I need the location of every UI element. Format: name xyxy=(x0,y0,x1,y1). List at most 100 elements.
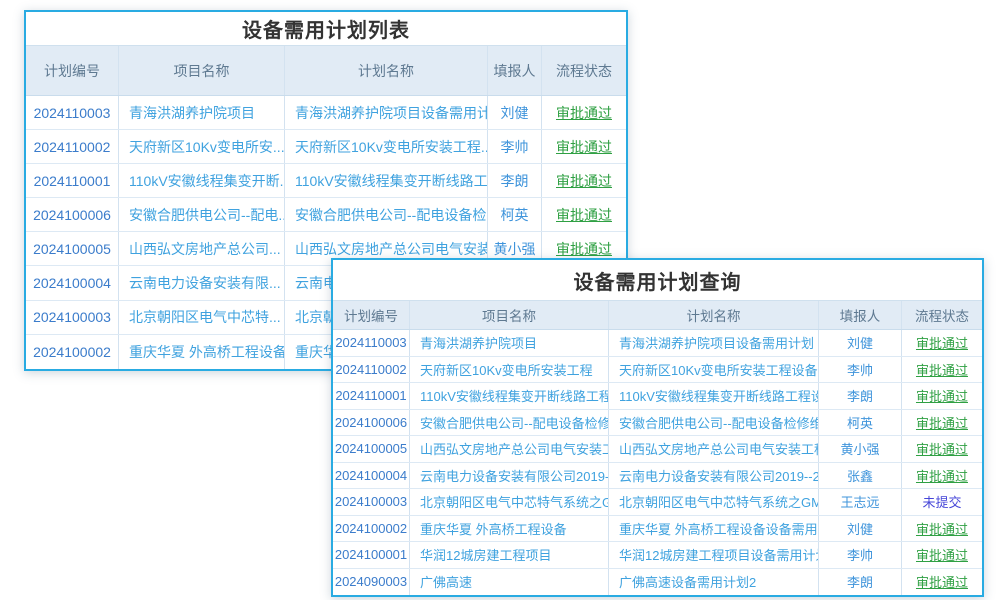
plan-name-cell: 110kV安徽线程集变开断线路工程设备需 xyxy=(609,383,819,409)
project-name-cell: 云南电力设备安装有限... xyxy=(119,266,285,299)
plan-name-cell: 安徽合肥供电公司--配电设备检... xyxy=(285,198,488,231)
status-cell[interactable]: 审批通过 xyxy=(542,96,626,129)
reporter-cell: 刘健 xyxy=(819,330,902,356)
column-header-plan-id: 计划编号 xyxy=(333,301,410,329)
table-row: 2024100006安徽合肥供电公司--配电...安徽合肥供电公司--配电设备检… xyxy=(26,198,626,232)
project-name-cell: 青海洪湖养护院项目 xyxy=(410,330,609,356)
table-row: 2024110002天府新区10Kv变电所安...天府新区10Kv变电所安装工程… xyxy=(26,130,626,164)
plan-id-link[interactable]: 2024100004 xyxy=(333,463,410,489)
plan-id-link[interactable]: 2024090003 xyxy=(333,569,410,596)
column-header-plan-name: 计划名称 xyxy=(285,46,488,95)
status-cell[interactable]: 审批通过 xyxy=(902,357,982,383)
reporter-cell: 刘健 xyxy=(488,96,542,129)
table-row: 2024110001110kV安徽线程集变开断...110kV安徽线程集变开断线… xyxy=(26,164,626,198)
column-header-plan-id: 计划编号 xyxy=(26,46,119,95)
project-name-cell: 110kV安徽线程集变开断... xyxy=(119,164,285,197)
plan-name-cell: 山西弘文房地产总公司电气安装工程设备 xyxy=(609,436,819,462)
status-cell[interactable]: 审批通过 xyxy=(542,164,626,197)
status-cell[interactable]: 审批通过 xyxy=(542,130,626,163)
project-name-cell: 重庆华夏 外高桥工程设备 xyxy=(119,335,285,369)
table-row: 2024100004云南电力设备安装有限公司2019--20云南电力设备安装有限… xyxy=(333,463,982,490)
column-header-project-name: 项目名称 xyxy=(119,46,285,95)
plan-id-link[interactable]: 2024100006 xyxy=(26,198,119,231)
plan-id-link[interactable]: 2024100005 xyxy=(26,232,119,265)
column-header-status: 流程状态 xyxy=(902,301,982,329)
table-row: 2024100001华润12城房建工程项目华润12城房建工程项目设备需用计划2李… xyxy=(333,542,982,569)
status-cell[interactable]: 审批通过 xyxy=(902,330,982,356)
plan-id-link[interactable]: 2024100002 xyxy=(26,335,119,369)
plan-name-cell: 重庆华夏 外高桥工程设备设备需用计划 xyxy=(609,516,819,542)
table-row: 2024090003广佛高速广佛高速设备需用计划2李朗审批通过 xyxy=(333,569,982,596)
status-cell[interactable]: 审批通过 xyxy=(902,436,982,462)
table-body: 2024110003青海洪湖养护院项目青海洪湖养护院项目设备需用计划刘健审批通过… xyxy=(333,330,982,595)
table-header: 计划编号 项目名称 计划名称 填报人 流程状态 xyxy=(26,45,626,96)
plan-id-link[interactable]: 2024110001 xyxy=(333,383,410,409)
plan-id-link[interactable]: 2024110002 xyxy=(26,130,119,163)
plan-name-cell: 天府新区10Kv变电所安装工程... xyxy=(285,130,488,163)
plan-id-link[interactable]: 2024100003 xyxy=(333,489,410,515)
plan-id-link[interactable]: 2024100002 xyxy=(333,516,410,542)
plan-id-link[interactable]: 2024100001 xyxy=(333,542,410,568)
reporter-cell: 柯英 xyxy=(819,410,902,436)
table-row: 2024100003北京朝阳区电气中芯特气系统之GM北京朝阳区电气中芯特气系统之… xyxy=(333,489,982,516)
plan-name-cell: 110kV安徽线程集变开断线路工... xyxy=(285,164,488,197)
plan-id-link[interactable]: 2024100004 xyxy=(26,266,119,299)
status-cell[interactable]: 审批通过 xyxy=(902,516,982,542)
reporter-cell: 张鑫 xyxy=(819,463,902,489)
plan-id-link[interactable]: 2024100005 xyxy=(333,436,410,462)
reporter-cell: 柯英 xyxy=(488,198,542,231)
status-cell[interactable]: 审批通过 xyxy=(902,569,982,596)
plan-id-link[interactable]: 2024110003 xyxy=(26,96,119,129)
project-name-cell: 天府新区10Kv变电所安... xyxy=(119,130,285,163)
reporter-cell: 刘健 xyxy=(819,516,902,542)
table-row: 2024100006安徽合肥供电公司--配电设备检修维护安徽合肥供电公司--配电… xyxy=(333,410,982,437)
page-title: 设备需用计划列表 xyxy=(26,12,626,45)
status-cell[interactable]: 审批通过 xyxy=(902,542,982,568)
project-name-cell: 天府新区10Kv变电所安装工程 xyxy=(410,357,609,383)
plan-id-link[interactable]: 2024110003 xyxy=(333,330,410,356)
project-name-cell: 广佛高速 xyxy=(410,569,609,596)
plan-id-link[interactable]: 2024110001 xyxy=(26,164,119,197)
column-header-status: 流程状态 xyxy=(542,46,626,95)
reporter-cell: 李帅 xyxy=(488,130,542,163)
plan-name-cell: 安徽合肥供电公司--配电设备检修维护设 xyxy=(609,410,819,436)
table-row: 2024100005山西弘文房地产总公司电气安装工程山西弘文房地产总公司电气安装… xyxy=(333,436,982,463)
project-name-cell: 安徽合肥供电公司--配电设备检修维护 xyxy=(410,410,609,436)
project-name-cell: 山西弘文房地产总公司电气安装工程 xyxy=(410,436,609,462)
reporter-cell: 王志远 xyxy=(819,489,902,515)
plan-name-cell: 云南电力设备安装有限公司2019--2020 xyxy=(609,463,819,489)
reporter-cell: 李朗 xyxy=(819,569,902,596)
plan-id-link[interactable]: 2024100003 xyxy=(26,301,119,334)
plan-name-cell: 华润12城房建工程项目设备需用计划2 xyxy=(609,542,819,568)
project-name-cell: 安徽合肥供电公司--配电... xyxy=(119,198,285,231)
project-name-cell: 北京朝阳区电气中芯特气系统之GM xyxy=(410,489,609,515)
project-name-cell: 华润12城房建工程项目 xyxy=(410,542,609,568)
reporter-cell: 李帅 xyxy=(819,542,902,568)
project-name-cell: 北京朝阳区电气中芯特... xyxy=(119,301,285,334)
reporter-cell: 黄小强 xyxy=(819,436,902,462)
status-cell[interactable]: 审批通过 xyxy=(902,410,982,436)
table-header: 计划编号 项目名称 计划名称 填报人 流程状态 xyxy=(333,300,982,330)
plan-id-link[interactable]: 2024100006 xyxy=(333,410,410,436)
page-title: 设备需用计划查询 xyxy=(333,260,982,300)
project-name-cell: 重庆华夏 外高桥工程设备 xyxy=(410,516,609,542)
project-name-cell: 山西弘文房地产总公司... xyxy=(119,232,285,265)
plan-name-cell: 青海洪湖养护院项目设备需用计划 xyxy=(609,330,819,356)
column-header-plan-name: 计划名称 xyxy=(609,301,819,329)
reporter-cell: 李朗 xyxy=(488,164,542,197)
status-cell[interactable]: 审批通过 xyxy=(902,463,982,489)
status-cell[interactable]: 审批通过 xyxy=(542,198,626,231)
reporter-cell: 李朗 xyxy=(819,383,902,409)
status-cell[interactable]: 审批通过 xyxy=(902,383,982,409)
plan-name-cell: 北京朝阳区电气中芯特气系统之GMS系 xyxy=(609,489,819,515)
column-header-reporter: 填报人 xyxy=(488,46,542,95)
plan-query-panel: 设备需用计划查询 计划编号 项目名称 计划名称 填报人 流程状态 2024110… xyxy=(331,258,984,597)
status-cell: 未提交 xyxy=(902,489,982,515)
table-row: 2024110001110kV安徽线程集变开断线路工程110kV安徽线程集变开断… xyxy=(333,383,982,410)
plan-id-link[interactable]: 2024110002 xyxy=(333,357,410,383)
reporter-cell: 李帅 xyxy=(819,357,902,383)
project-name-cell: 云南电力设备安装有限公司2019--20 xyxy=(410,463,609,489)
table-row: 2024110003青海洪湖养护院项目青海洪湖养护院项目设备需用计划刘健审批通过 xyxy=(333,330,982,357)
plan-name-cell: 天府新区10Kv变电所安装工程设备需用 xyxy=(609,357,819,383)
table-row: 2024100002重庆华夏 外高桥工程设备重庆华夏 外高桥工程设备设备需用计划… xyxy=(333,516,982,543)
